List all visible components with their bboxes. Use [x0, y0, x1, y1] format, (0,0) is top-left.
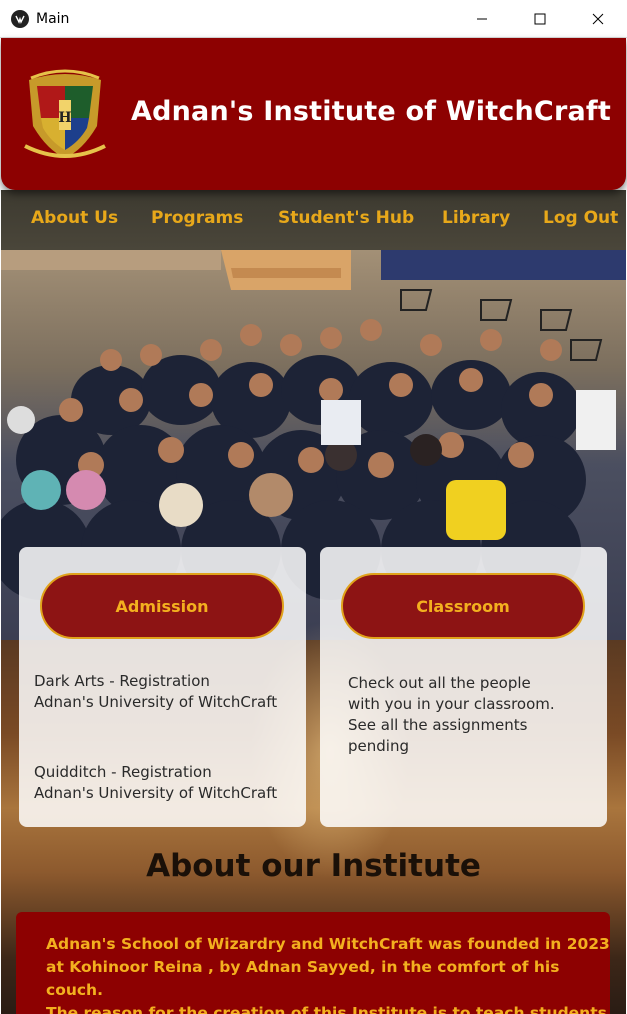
nav-item-students-hub[interactable]: Student's Hub — [278, 208, 414, 228]
admission-card: Admission Dark Arts - Registration Adnan… — [19, 547, 306, 827]
classroom-description: Check out all the people with you in you… — [348, 673, 555, 757]
dark-arts-registration[interactable]: Dark Arts - Registration Adnan's Univers… — [34, 671, 277, 713]
dark-arts-title: Dark Arts - Registration — [34, 672, 210, 690]
about-line-4: The reason for the creation of this Inst… — [46, 1004, 607, 1014]
about-line-1: Adnan's School of Wizardry and WitchCraf… — [46, 935, 610, 953]
site-header: H Adnan's Institute of WitchCraft — [1, 38, 626, 190]
minimize-icon — [477, 18, 487, 20]
hogwarts-crest-icon: H — [24, 69, 106, 158]
close-button[interactable] — [569, 0, 627, 38]
nav-item-log-out[interactable]: Log Out — [543, 208, 618, 228]
classroom-card: Classroom Check out all the people with … — [320, 547, 607, 827]
admission-button[interactable]: Admission — [40, 573, 284, 639]
about-box: Adnan's School of Wizardry and WitchCraf… — [16, 912, 610, 1014]
quidditch-title: Quidditch - Registration — [34, 763, 212, 781]
window-title: Main — [36, 10, 70, 27]
quidditch-university: Adnan's University of WitchCraft — [34, 784, 278, 802]
about-line-3: couch. — [46, 981, 103, 999]
classroom-line-2: with you in your classroom. — [348, 695, 555, 713]
classroom-line-4: pending — [348, 737, 409, 755]
window-titlebar: Main — [0, 0, 627, 38]
classroom-line-3: See all the assignments — [348, 716, 528, 734]
minimize-button[interactable] — [453, 0, 511, 38]
maximize-button[interactable] — [511, 0, 569, 38]
quidditch-registration[interactable]: Quidditch - Registration Adnan's Univers… — [34, 762, 277, 804]
about-title: About our Institute — [146, 848, 481, 884]
window-controls — [453, 0, 627, 38]
classroom-button[interactable]: Classroom — [341, 573, 585, 639]
main-nav: About Us Programs Student's Hub Library … — [1, 190, 626, 250]
nav-item-about-us[interactable]: About Us — [31, 208, 118, 228]
app-icon — [11, 9, 29, 28]
close-icon — [592, 13, 604, 25]
site-title: Adnan's Institute of WitchCraft — [131, 96, 611, 127]
nav-item-programs[interactable]: Programs — [151, 208, 243, 228]
about-text: Adnan's School of Wizardry and WitchCraf… — [46, 933, 610, 1014]
about-line-2: at Kohinoor Reina , by Adnan Sayyed, in … — [46, 958, 560, 976]
svg-text:H: H — [58, 110, 71, 126]
maximize-icon — [534, 13, 546, 25]
classroom-line-1: Check out all the people — [348, 674, 531, 692]
dark-arts-university: Adnan's University of WitchCraft — [34, 693, 278, 711]
nav-item-library[interactable]: Library — [442, 208, 510, 228]
